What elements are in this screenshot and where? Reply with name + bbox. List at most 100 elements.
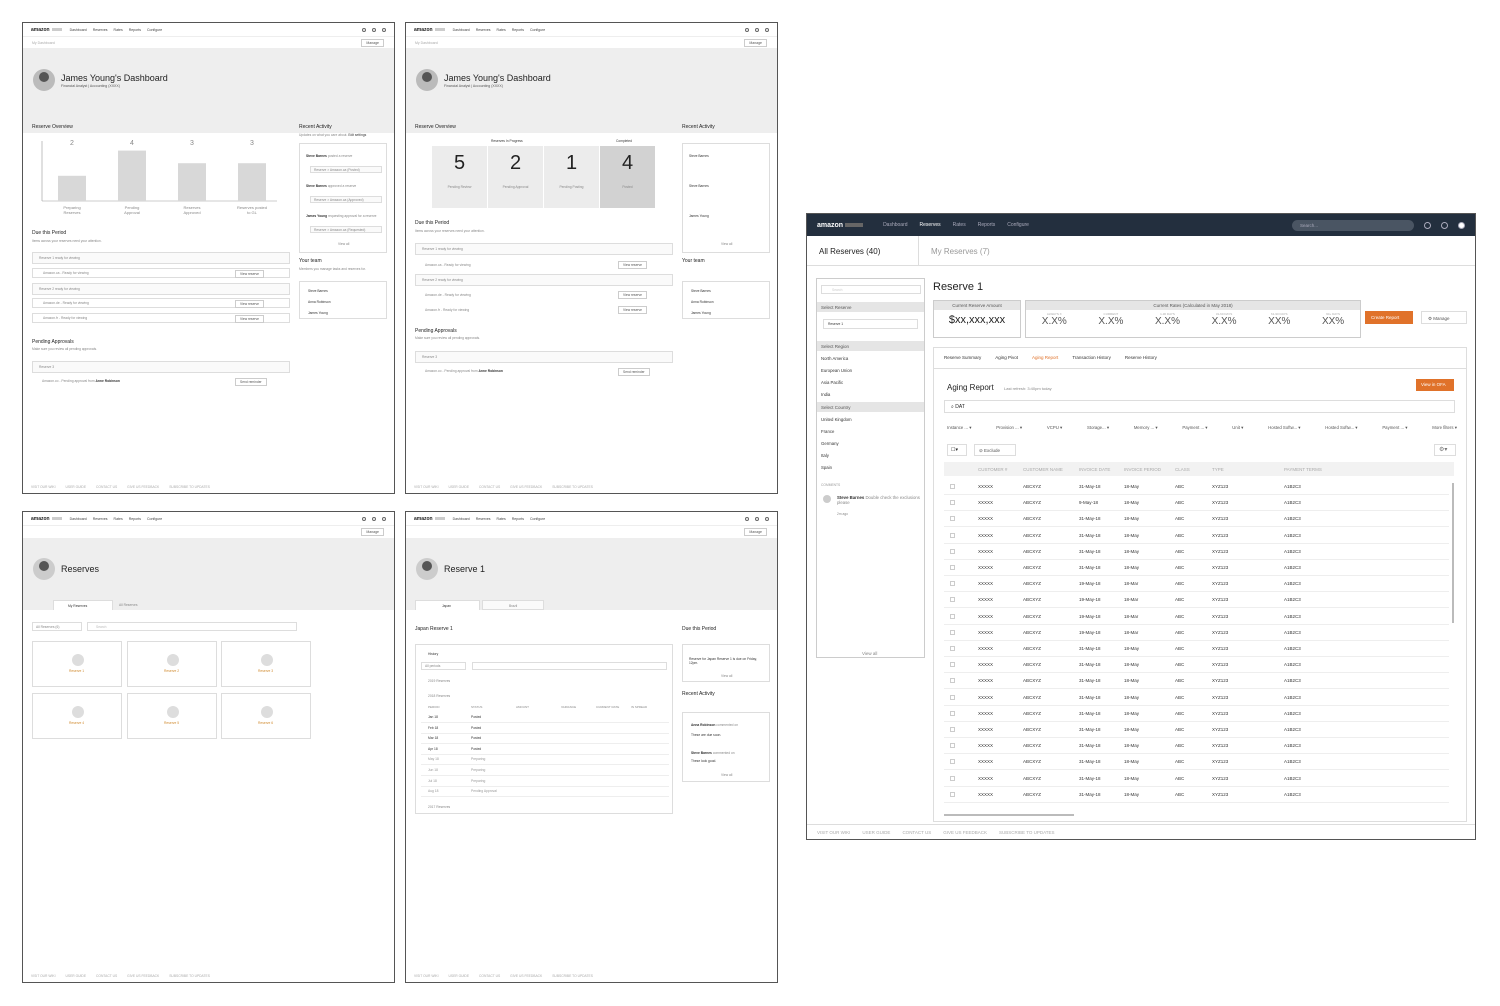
nav-reserves[interactable]: Reserves — [476, 517, 491, 521]
table-row[interactable] — [944, 479, 1449, 495]
footer-link[interactable]: GIVE US FEEDBACK — [127, 485, 159, 489]
vertical-scrollbar[interactable] — [1452, 483, 1454, 623]
row-checkbox[interactable] — [950, 629, 955, 635]
nav-rates[interactable]: Rates — [497, 28, 506, 32]
search-input[interactable]: Search — [87, 622, 297, 631]
help-icon[interactable] — [362, 516, 366, 521]
footer-link[interactable]: SUBSCRIBE TO UPDATES — [552, 485, 593, 489]
bell-icon[interactable] — [755, 516, 759, 521]
nav-rates[interactable]: Rates — [114, 517, 123, 521]
footer-link[interactable]: SUBSCRIBE TO UPDATES — [169, 485, 210, 489]
reserve-card[interactable]: Reserve 2 — [127, 641, 217, 687]
manage-button[interactable]: Manage — [744, 528, 767, 536]
row-checkbox[interactable] — [950, 710, 955, 716]
view-reserve-button[interactable]: View reserve — [618, 306, 647, 314]
row-checkbox[interactable] — [950, 565, 955, 570]
bar[interactable] — [118, 150, 146, 201]
sidebar-search-input[interactable]: Search — [821, 285, 921, 294]
view-all-link[interactable]: View all — [721, 242, 732, 246]
row-checkbox[interactable] — [950, 727, 955, 732]
row-checkbox[interactable] — [950, 775, 955, 781]
view-in-ofa-button[interactable]: View in OFA — [1416, 379, 1454, 391]
stat-pending-approval[interactable]: 2 Pending Approval — [488, 146, 543, 208]
footer-link[interactable]: CONTACT US — [96, 974, 117, 978]
country-item[interactable]: Italy — [821, 453, 829, 458]
period-filter[interactable]: All periods — [421, 662, 466, 670]
table-row[interactable] — [944, 722, 1449, 738]
due-row[interactable]: Reserve 2 ready for viewing — [415, 274, 673, 286]
nav-reserves[interactable]: Reserves — [920, 222, 941, 228]
period-cell[interactable]: Aug 18 — [428, 789, 438, 793]
due-row[interactable]: Reserve 2 ready for viewing — [32, 283, 290, 295]
bell-icon[interactable] — [372, 516, 376, 521]
column-header[interactable]: INVOICE PERIOD — [1124, 467, 1161, 472]
history-search[interactable] — [472, 662, 667, 670]
team-member[interactable]: Steve Barnes — [691, 289, 711, 293]
nav-reserves[interactable]: Reserves — [93, 28, 108, 32]
filter-dropdown[interactable]: Storage... ▾ — [1087, 425, 1109, 431]
filter-dropdown[interactable]: VCPU ▾ — [1047, 425, 1062, 431]
create-report-button[interactable]: Create Report — [1365, 311, 1413, 324]
nav-dashboard[interactable]: Dashboard — [70, 517, 87, 521]
table-settings-gear-icon[interactable]: ⚙▾ — [1434, 444, 1456, 456]
reserve-card[interactable]: Reserve 1 — [32, 641, 122, 687]
manage-button[interactable]: Manage — [361, 39, 384, 47]
table-row[interactable] — [944, 706, 1449, 722]
footer-link[interactable]: CONTACT US — [479, 485, 500, 489]
table-row[interactable] — [944, 657, 1449, 674]
history-tab[interactable]: History — [428, 652, 438, 656]
period-cell[interactable]: Feb 18 — [428, 726, 438, 730]
avatar[interactable] — [382, 27, 386, 32]
filter-dropdown[interactable]: Instance ... ▾ — [947, 425, 971, 431]
report-subtab[interactable]: Aging Pivot — [995, 355, 1018, 360]
bell-icon[interactable] — [755, 27, 759, 32]
team-member[interactable]: Steve Barnes — [308, 289, 328, 293]
nav-dashboard[interactable]: Dashboard — [883, 222, 907, 228]
bell-icon[interactable] — [1441, 221, 1448, 229]
table-row[interactable] — [944, 528, 1449, 544]
period-cell[interactable]: Jul 18 — [428, 779, 437, 783]
view-reserve-button[interactable]: View reserve — [235, 300, 264, 308]
pending-row[interactable]: Reserve 3 — [32, 361, 290, 373]
period-cell[interactable]: Apr 18 — [428, 747, 438, 751]
footer-link[interactable]: VISIT OUR WIKI — [414, 485, 439, 489]
region-item[interactable]: North America — [821, 356, 848, 361]
nav-configure[interactable]: Configure — [1007, 222, 1029, 228]
footer-link[interactable]: CONTACT US — [479, 974, 500, 978]
period-cell[interactable]: May 18 — [428, 757, 439, 761]
nav-reports[interactable]: Reports — [129, 28, 141, 32]
team-member[interactable]: James Young — [308, 311, 328, 315]
footer-link[interactable]: USER GUIDE — [449, 974, 470, 978]
footer-link[interactable]: GIVE US FEEDBACK — [510, 974, 542, 978]
table-row[interactable] — [944, 592, 1449, 609]
table-row[interactable] — [944, 690, 1449, 706]
view-all-link[interactable]: View all — [721, 773, 732, 777]
report-subtab[interactable]: Reserve History — [1125, 355, 1157, 360]
year-2018[interactable]: 2018 Reserves — [428, 694, 450, 698]
avatar[interactable] — [1458, 221, 1465, 229]
manage-button[interactable]: Manage — [744, 39, 767, 47]
due-row[interactable]: Reserve 1 ready for viewing — [32, 252, 290, 264]
nav-dashboard[interactable]: Dashboard — [70, 28, 87, 32]
table-row[interactable] — [944, 495, 1449, 512]
filter-dropdown[interactable]: Payment ... ▾ — [1382, 425, 1407, 431]
manage-button[interactable]: ⚙ Manage — [1421, 311, 1467, 324]
help-icon[interactable] — [1424, 221, 1431, 229]
manage-button[interactable]: Manage — [361, 528, 384, 536]
horizontal-scrollbar[interactable] — [944, 814, 1074, 816]
activity-chip[interactable]: Reserve > Amazon.ca (Approved) — [310, 196, 382, 203]
bar[interactable] — [178, 163, 206, 201]
filter-dropdown[interactable]: Hosted Softw... ▾ — [1325, 425, 1357, 431]
reserve-card[interactable]: Reserve 5 — [127, 693, 217, 739]
row-checkbox[interactable] — [950, 597, 955, 603]
country-item[interactable]: United Kingdom — [821, 417, 852, 422]
tab-brazil[interactable]: Brazil — [482, 600, 544, 610]
country-item[interactable]: Spain — [821, 465, 832, 470]
stat-pending-review[interactable]: 5 Pending Review — [432, 146, 487, 208]
period-cell[interactable]: Jun 18 — [428, 768, 438, 772]
filter-dropdown[interactable]: Hosted Softw... ▾ — [1268, 425, 1300, 431]
row-checkbox[interactable] — [950, 516, 955, 522]
view-reserve-button[interactable]: View reserve — [235, 315, 264, 323]
row-checkbox[interactable] — [950, 743, 955, 749]
tab-my-reserves[interactable]: My Reserves (7) — [919, 236, 1002, 265]
